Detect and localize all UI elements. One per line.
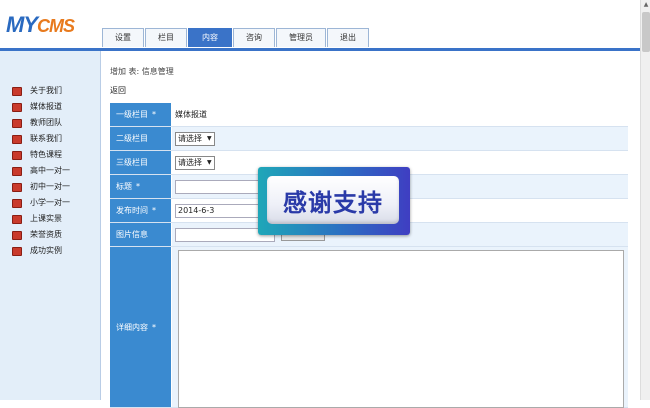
sidebar-item-label: 成功实例 xyxy=(30,246,62,255)
required-mark: * xyxy=(136,182,140,191)
tab-columns[interactable]: 栏目 xyxy=(145,28,187,47)
vertical-scrollbar[interactable]: ▲ xyxy=(640,0,650,400)
dropdown-arrow-icon: ▼ xyxy=(207,134,212,142)
sidebar-item-middleschool[interactable]: 初中一对一 xyxy=(12,179,70,195)
header: MYCMS 设置 栏目 内容 咨询 管理员 退出 xyxy=(0,0,640,51)
title-label: 标题 * xyxy=(110,175,172,198)
tab-consult[interactable]: 咨询 xyxy=(233,28,275,47)
breadcrumb: 增加 表: 信息管理 xyxy=(110,67,174,76)
folder-icon xyxy=(12,150,22,160)
logo[interactable]: MYCMS xyxy=(6,12,75,38)
sidebar-item-contact[interactable]: 联系我们 xyxy=(12,131,70,147)
level3-select[interactable]: 请选择 ▼ xyxy=(175,155,215,170)
tab-settings[interactable]: 设置 xyxy=(102,28,144,47)
level1-label: 一级栏目 * xyxy=(110,103,172,126)
sidebar-item-about[interactable]: 关于我们 xyxy=(12,83,70,99)
sidebar: 关于我们 媒体报道 教师团队 联系我们 特色课程 高中一对一 初中一对一 小学一… xyxy=(0,51,101,400)
form-row-level2: 二级栏目 请选择 ▼ xyxy=(110,127,628,151)
tab-admin[interactable]: 管理员 xyxy=(276,28,326,47)
sidebar-item-courses[interactable]: 特色课程 xyxy=(12,147,70,163)
dropdown-arrow-icon: ▼ xyxy=(207,158,212,166)
folder-icon xyxy=(12,102,22,112)
level1-label-text: 一级栏目 xyxy=(116,110,148,119)
sidebar-list: 关于我们 媒体报道 教师团队 联系我们 特色课程 高中一对一 初中一对一 小学一… xyxy=(12,83,70,259)
required-mark: * xyxy=(152,206,156,215)
folder-icon xyxy=(12,86,22,96)
level3-select-value: 请选择 xyxy=(178,157,202,167)
thanks-popup: 感谢支持 xyxy=(258,167,410,235)
folder-icon xyxy=(12,198,22,208)
folder-icon xyxy=(12,134,22,144)
logo-part-my: MY xyxy=(6,12,38,37)
sidebar-item-cases[interactable]: 成功实例 xyxy=(12,243,70,259)
folder-icon xyxy=(12,166,22,176)
info-form: 一级栏目 * 媒体报道 二级栏目 请选择 ▼ 三级栏目 请选择 ▼ 标题 * 发布时间 *… xyxy=(110,103,628,408)
date-label-text: 发布时间 xyxy=(116,206,148,215)
scroll-up-arrow-icon[interactable]: ▲ xyxy=(642,0,650,10)
sidebar-item-label: 高中一对一 xyxy=(30,166,70,175)
folder-icon xyxy=(12,214,22,224)
sidebar-item-honors[interactable]: 荣誉资质 xyxy=(12,227,70,243)
level3-label: 三级栏目 xyxy=(110,151,172,174)
content-editor[interactable] xyxy=(178,250,624,408)
tab-content[interactable]: 内容 xyxy=(188,28,232,47)
level2-cell: 请选择 ▼ xyxy=(172,127,628,150)
required-mark: * xyxy=(152,322,156,332)
title-label-text: 标题 xyxy=(116,182,132,191)
date-label: 发布时间 * xyxy=(110,199,172,222)
sidebar-item-highschool[interactable]: 高中一对一 xyxy=(12,163,70,179)
sidebar-item-label: 小学一对一 xyxy=(30,198,70,207)
logo-part-cms: CMS xyxy=(37,16,75,36)
thanks-text: 感谢支持 xyxy=(267,176,399,224)
form-row-content: 详细内容 * xyxy=(110,247,628,408)
tab-logout[interactable]: 退出 xyxy=(327,28,369,47)
back-link[interactable]: 返回 xyxy=(110,85,126,96)
sidebar-item-label: 上课实景 xyxy=(30,214,62,223)
folder-icon xyxy=(12,246,22,256)
sidebar-item-primary[interactable]: 小学一对一 xyxy=(12,195,70,211)
sidebar-item-label: 媒体报道 xyxy=(30,102,62,111)
sidebar-item-classes[interactable]: 上课实景 xyxy=(12,211,70,227)
sidebar-item-label: 荣誉资质 xyxy=(30,230,62,239)
content-cell xyxy=(172,247,628,408)
image-label: 图片信息 xyxy=(110,223,172,246)
sidebar-item-label: 联系我们 xyxy=(30,134,62,143)
folder-icon xyxy=(12,230,22,240)
sidebar-item-label: 特色课程 xyxy=(30,150,62,159)
required-mark: * xyxy=(152,110,156,119)
sidebar-item-label: 初中一对一 xyxy=(30,182,70,191)
content-label: 详细内容 * xyxy=(110,247,172,407)
form-row-level1: 一级栏目 * 媒体报道 xyxy=(110,103,628,127)
level2-label: 二级栏目 xyxy=(110,127,172,150)
sidebar-item-label: 关于我们 xyxy=(30,86,62,95)
content-label-text: 详细内容 xyxy=(116,322,148,332)
folder-icon xyxy=(12,118,22,128)
folder-icon xyxy=(12,182,22,192)
level2-select[interactable]: 请选择 ▼ xyxy=(175,131,215,146)
sidebar-item-media[interactable]: 媒体报道 xyxy=(12,99,70,115)
level2-select-value: 请选择 xyxy=(178,133,202,143)
level1-value: 媒体报道 xyxy=(175,110,207,119)
top-tabs: 设置 栏目 内容 咨询 管理员 退出 xyxy=(102,28,370,47)
sidebar-item-teachers[interactable]: 教师团队 xyxy=(12,115,70,131)
scroll-thumb[interactable] xyxy=(642,12,650,52)
sidebar-item-label: 教师团队 xyxy=(30,118,62,127)
